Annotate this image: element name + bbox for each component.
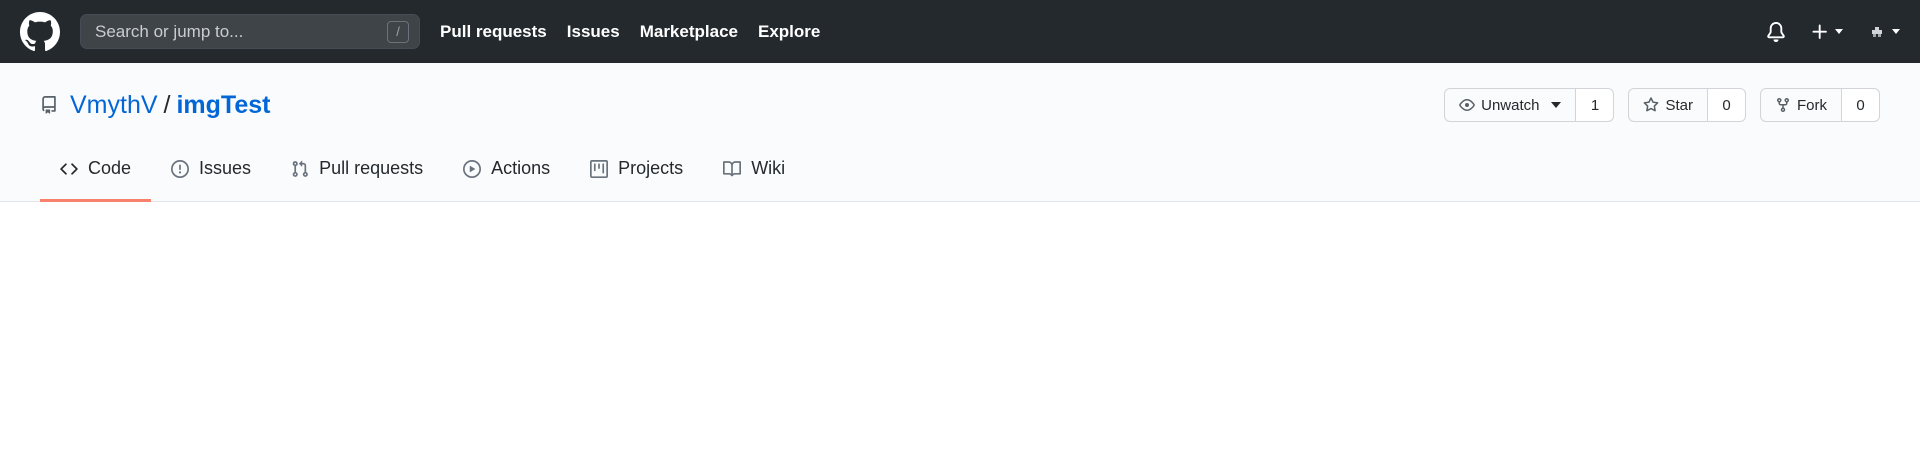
book-icon [723, 160, 742, 176]
repo-icon [40, 96, 58, 114]
eye-icon [1459, 99, 1475, 111]
header-actions [1742, 21, 1900, 42]
watch-button-group: Unwatch 1 [1444, 88, 1615, 122]
tab-label: Issues [199, 158, 252, 178]
tab-label: Actions [491, 158, 551, 178]
tab-label: Code [88, 158, 132, 178]
create-new-plus-icon[interactable] [1810, 22, 1843, 42]
tab-label: Pull requests [319, 158, 424, 178]
forks-count[interactable]: 0 [1842, 88, 1880, 122]
watchers-count[interactable]: 1 [1576, 88, 1615, 122]
github-logo-icon[interactable] [20, 11, 60, 52]
repository-tabs: Code Issues Pull requests Actions Projec… [40, 138, 805, 202]
search-shortcut-badge: / [387, 20, 409, 43]
repository-actions: Unwatch 1 Star 0 Fork 0 [1430, 88, 1880, 122]
star-icon [1644, 97, 1659, 112]
unwatch-label: Unwatch [1481, 96, 1540, 114]
tab-actions[interactable]: Actions [443, 138, 570, 202]
issue-opened-icon [171, 159, 190, 178]
fork-button[interactable]: Fork [1760, 88, 1842, 122]
play-icon [463, 159, 482, 178]
global-header: Search or jump to... / Pull requests Iss… [0, 0, 1920, 63]
project-icon [590, 159, 609, 178]
nav-issues[interactable]: Issues [567, 22, 620, 42]
repository-owner-link[interactable]: VmythV [70, 91, 158, 120]
chevron-down-icon [1551, 102, 1562, 108]
nav-explore[interactable]: Explore [758, 22, 820, 42]
nav-pull-requests[interactable]: Pull requests [440, 22, 547, 42]
tab-pull-requests[interactable]: Pull requests [271, 138, 443, 202]
repository-title-row: VmythV / imgTest Unwatch 1 Star 0 Fork 0 [40, 83, 1880, 127]
star-label: Star [1665, 96, 1693, 114]
unwatch-button[interactable]: Unwatch [1444, 88, 1577, 122]
tab-issues[interactable]: Issues [151, 138, 271, 202]
chevron-down-icon [1835, 29, 1843, 34]
tab-wiki[interactable]: Wiki [703, 138, 805, 202]
repository-header: VmythV / imgTest Unwatch 1 Star 0 Fork 0… [0, 63, 1920, 202]
path-separator: / [163, 90, 171, 119]
stars-count[interactable]: 0 [1708, 88, 1746, 122]
star-button-group: Star 0 [1628, 88, 1746, 122]
code-icon [60, 162, 78, 175]
fork-label: Fork [1797, 96, 1827, 114]
git-pull-request-icon [292, 160, 308, 177]
star-button[interactable]: Star [1628, 88, 1708, 122]
fork-button-group: Fork 0 [1760, 88, 1880, 122]
repository-title: VmythV / imgTest [40, 91, 270, 120]
global-nav: Pull requests Issues Marketplace Explore [440, 22, 840, 42]
tab-label: Wiki [751, 158, 786, 178]
repo-forked-icon [1777, 98, 1789, 113]
repository-name-link[interactable]: imgTest [176, 91, 270, 120]
search-placeholder: Search or jump to... [95, 21, 244, 41]
nav-marketplace[interactable]: Marketplace [640, 22, 738, 42]
tab-projects[interactable]: Projects [570, 138, 703, 202]
main-content [0, 202, 1920, 451]
avatar[interactable] [1867, 22, 1900, 42]
tab-label: Projects [618, 158, 684, 178]
tab-code[interactable]: Code [40, 138, 152, 202]
chevron-down-icon [1892, 29, 1900, 34]
notifications-bell-icon[interactable] [1766, 21, 1786, 42]
search-input[interactable]: Search or jump to... / [80, 14, 420, 49]
